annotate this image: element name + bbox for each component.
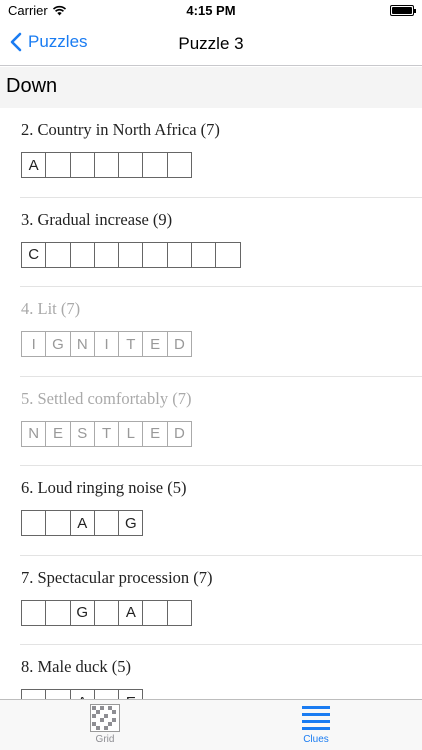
answer-cell[interactable] xyxy=(142,152,168,178)
tab-grid-label: Grid xyxy=(95,734,115,745)
clue-row[interactable]: 7. Spectacular procession (7) G A xyxy=(0,556,422,645)
answer-cell[interactable]: A xyxy=(21,152,47,178)
clue-row[interactable]: 8. Male duck (5)AE xyxy=(0,645,422,699)
answer-cell[interactable] xyxy=(69,152,95,178)
clue-text: 8. Male duck (5) xyxy=(21,657,131,676)
answer-cell[interactable]: E xyxy=(142,420,168,447)
answer-cell[interactable]: D xyxy=(166,331,193,357)
grid-icon xyxy=(90,704,120,732)
section-header: Down xyxy=(0,67,422,108)
answer-cell[interactable]: G xyxy=(69,599,95,626)
answer-cell[interactable]: A xyxy=(69,689,95,699)
answer-cells: NESTLED xyxy=(21,420,193,447)
answer-cell[interactable] xyxy=(93,599,120,626)
answer-cell[interactable] xyxy=(118,152,144,178)
answer-cell[interactable] xyxy=(69,241,95,268)
answer-cell[interactable] xyxy=(142,599,168,626)
answer-cell[interactable] xyxy=(166,241,193,268)
answer-cell[interactable]: T xyxy=(118,331,144,357)
clue-row[interactable]: 5. Settled comfortably (7) N E S T L E D xyxy=(0,377,422,466)
answer-cell[interactable]: G xyxy=(45,331,71,357)
answer-cells: GA xyxy=(21,599,193,626)
answer-cell[interactable] xyxy=(93,152,120,178)
answer-cell[interactable]: E xyxy=(45,420,71,447)
answer-cell[interactable] xyxy=(21,599,47,626)
answer-cells: C xyxy=(21,241,241,268)
answer-cell[interactable]: D xyxy=(166,420,193,447)
answer-cell[interactable] xyxy=(118,241,144,268)
answer-cell[interactable] xyxy=(21,510,47,536)
answer-cell[interactable] xyxy=(21,689,47,699)
answer-cell[interactable] xyxy=(45,241,71,268)
battery-icon xyxy=(390,5,416,16)
answer-cell[interactable]: I xyxy=(93,331,120,357)
tab-grid[interactable]: Grid xyxy=(65,704,145,745)
answer-cell[interactable]: C xyxy=(21,241,47,268)
answer-cells: AE xyxy=(21,689,144,699)
answer-cell[interactable]: A xyxy=(118,599,144,626)
answer-cell[interactable] xyxy=(215,241,241,268)
clue-text: 5. Settled comfortably (7) xyxy=(21,388,192,408)
answer-cell[interactable]: N xyxy=(69,331,95,357)
answer-cell[interactable]: G xyxy=(118,510,144,536)
clue-list[interactable]: 2. Country in North Africa (7) A 3. Gradua… xyxy=(0,108,422,699)
answer-cell[interactable] xyxy=(191,241,217,268)
navigation-bar: Puzzles Puzzle 3 xyxy=(0,22,422,66)
answer-cell[interactable] xyxy=(166,152,193,178)
clue-row[interactable]: 2. Country in North Africa (7) A xyxy=(0,108,422,198)
clue-row[interactable]: 4. Lit (7) I G N I T E D xyxy=(0,287,422,377)
answer-cell[interactable]: A xyxy=(69,510,95,536)
answer-cell[interactable]: N xyxy=(21,420,47,447)
clue-row[interactable]: 6. Loud ringing noise (5) A G xyxy=(0,466,422,556)
answer-cell[interactable]: T xyxy=(93,420,120,447)
clue-row[interactable]: 3. Gradual increase (9) C xyxy=(0,198,422,287)
list-icon xyxy=(302,706,330,730)
section-title: Down xyxy=(6,75,58,97)
answer-cell[interactable]: L xyxy=(118,420,144,447)
status-bar: Carrier 4:15 PM xyxy=(0,0,422,22)
page-title: Puzzle 3 xyxy=(178,34,244,53)
clue-text: 7. Spectacular procession (7) xyxy=(21,567,213,587)
answer-cell[interactable] xyxy=(93,689,120,699)
answer-cell[interactable]: S xyxy=(69,420,95,447)
answer-cell[interactable]: E xyxy=(142,331,168,357)
tab-bar: Grid Clues xyxy=(0,699,422,750)
answer-cells: AG xyxy=(21,510,144,536)
answer-cell[interactable] xyxy=(45,152,71,178)
answer-cells: A xyxy=(21,152,193,178)
answer-cell[interactable] xyxy=(45,689,71,699)
answer-cells: IGNITED xyxy=(21,331,193,357)
answer-cell[interactable] xyxy=(45,510,71,536)
clue-text: 2. Country in North Africa (7) xyxy=(21,120,220,139)
answer-cell[interactable] xyxy=(93,510,120,536)
tab-clues[interactable]: Clues xyxy=(276,704,356,745)
answer-cell[interactable] xyxy=(166,599,193,626)
answer-cell[interactable] xyxy=(93,241,120,268)
answer-cell[interactable] xyxy=(142,241,168,268)
tab-clues-label: Clues xyxy=(303,734,329,745)
answer-cell[interactable] xyxy=(45,599,71,626)
clue-text: 3. Gradual increase (9) xyxy=(21,209,173,229)
clue-text: 4. Lit (7) xyxy=(21,299,81,318)
answer-cell[interactable]: I xyxy=(21,331,47,357)
status-time: 4:15 PM xyxy=(186,3,236,18)
clue-text: 6. Loud ringing noise (5) xyxy=(21,478,187,497)
answer-cell[interactable]: E xyxy=(118,689,144,699)
